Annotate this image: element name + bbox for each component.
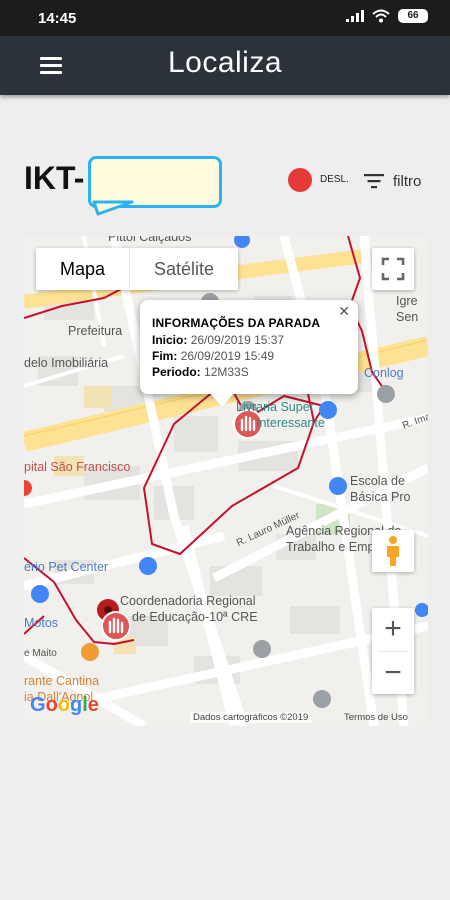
info-start-value: 26/09/2019 15:37 xyxy=(190,333,285,347)
poi-label: rante Cantina xyxy=(24,674,100,688)
info-end-label: Fim: xyxy=(152,349,178,363)
poi-label: Escola de xyxy=(350,474,405,488)
zoom-in-button[interactable]: + xyxy=(372,608,414,651)
info-period-label: Periodo: xyxy=(152,365,201,379)
map-credits: Dados cartográficos ©2019 xyxy=(190,712,312,723)
poi-label: pital São Francisco xyxy=(24,460,131,474)
map-view[interactable]: Pittol Calçados Prefeitura delo Imobiliá… xyxy=(24,236,428,726)
poi-label: delo Imobiliária xyxy=(24,356,109,370)
google-logo: Google xyxy=(30,694,99,716)
stop-info-window: ✕ INFORMAÇÕES DA PARADA Inicio: 26/09/20… xyxy=(140,300,358,394)
info-period-row: Periodo: 12M33S xyxy=(152,365,249,379)
wifi-icon xyxy=(372,9,390,23)
terms-link[interactable]: Termos de Uso xyxy=(344,712,408,723)
status-bar: 14:45 66 xyxy=(0,0,450,36)
poi-label: Livraria Super xyxy=(236,400,314,414)
map-type-map-button[interactable]: Mapa xyxy=(36,248,129,290)
map-type-satellite-button[interactable]: Satélite xyxy=(129,248,238,290)
app-title: Localiza xyxy=(167,46,283,79)
fullscreen-icon xyxy=(381,257,405,281)
poi-label: e Maito xyxy=(24,648,57,659)
info-end-value: 26/09/2019 15:49 xyxy=(180,349,275,363)
info-start-label: Inicio: xyxy=(152,333,188,347)
app-bar: Localiza xyxy=(0,36,450,95)
zoom-control: + − xyxy=(372,608,414,694)
filter-icon xyxy=(364,174,384,189)
pegman-icon xyxy=(387,536,399,566)
signal-icon xyxy=(346,10,364,22)
poi-label: ério Pet Center xyxy=(24,560,109,574)
poi-label: de Educação-10ª CRE xyxy=(132,610,258,624)
battery-icon: 66 xyxy=(398,9,428,23)
poi-label: Coordenadoria Regional xyxy=(120,594,256,608)
info-start-row: Inicio: 26/09/2019 15:37 xyxy=(152,333,284,347)
zoom-out-button[interactable]: − xyxy=(372,652,414,695)
poi-label: Trabalho e Empre xyxy=(286,540,386,554)
poi-label: Pittol Calçados xyxy=(108,236,192,244)
info-period-value: 12M33S xyxy=(204,365,249,379)
status-time: 14:45 xyxy=(38,10,77,27)
poi-label: Motos xyxy=(24,616,59,630)
close-icon[interactable]: ✕ xyxy=(338,303,350,320)
info-title: INFORMAÇÕES DA PARADA xyxy=(152,316,321,330)
poi-label: Conlog xyxy=(364,366,404,380)
status-icons: 66 xyxy=(346,9,428,23)
map-type-control: Mapa Satélite xyxy=(36,248,239,290)
poi-label: Igre xyxy=(396,294,418,308)
info-window-pointer xyxy=(210,393,234,407)
device-label: IKT- xyxy=(24,160,85,196)
status-label: DESL. xyxy=(320,174,349,185)
poi-label: Interessante xyxy=(256,416,325,430)
fullscreen-button[interactable] xyxy=(372,248,414,290)
poi-label: Prefeitura xyxy=(68,324,123,338)
street-view-pegman-button[interactable] xyxy=(372,530,414,572)
filter-label: filtro xyxy=(393,172,422,190)
info-end-row: Fim: 26/09/2019 15:49 xyxy=(152,349,274,363)
status-indicator-dot xyxy=(288,168,312,192)
poi-label: Básica Pro xyxy=(350,490,411,504)
filter-button[interactable]: filtro xyxy=(364,166,421,196)
poi-label: Sen xyxy=(396,310,419,324)
redaction-tail xyxy=(92,200,134,216)
